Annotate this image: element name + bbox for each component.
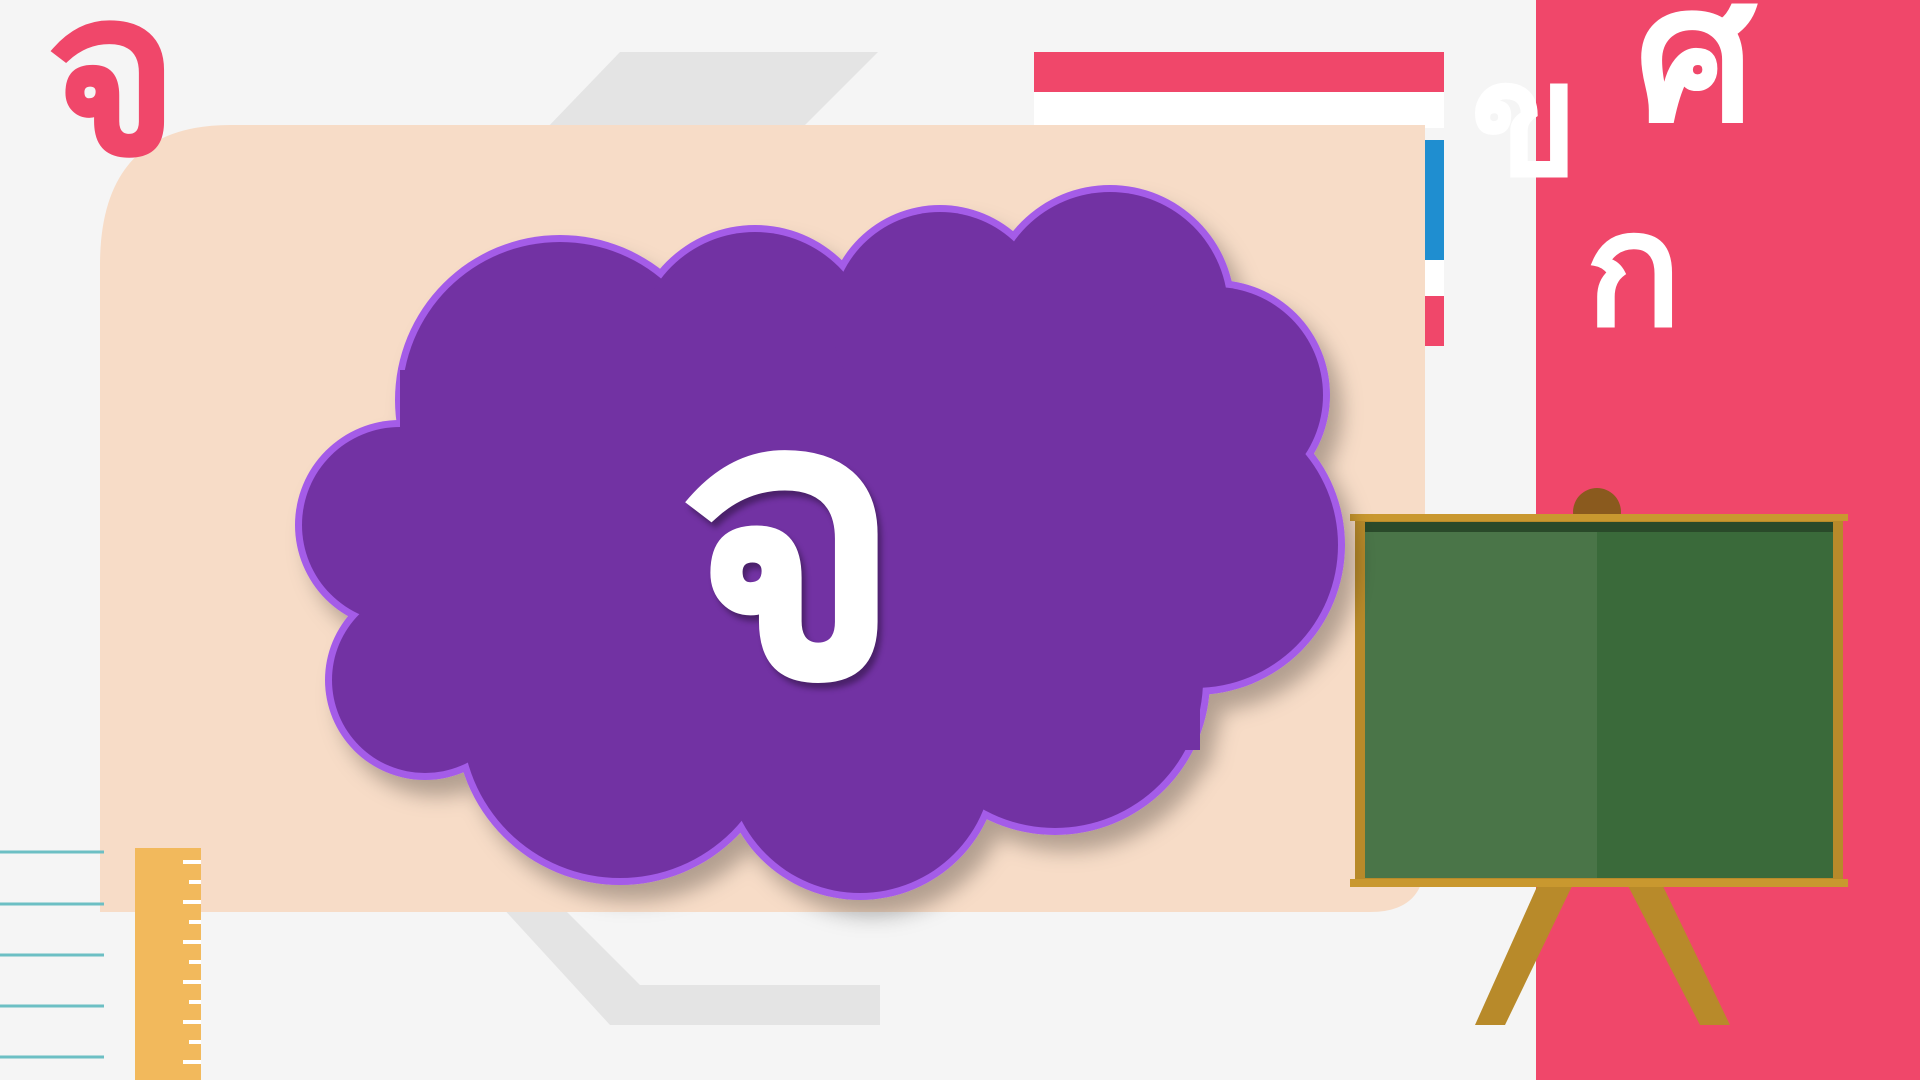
panel-thai-letter-3: ก [1585,176,1682,363]
ruler-icon [135,848,201,1080]
panel-thai-letter-1: ข [1470,26,1580,213]
panel-thai-letter-2: ศ [1635,0,1756,165]
corner-thai-letter: จ [45,0,180,208]
notebook-lines-icon [0,850,104,1059]
featured-thai-letter: จ [675,313,905,767]
